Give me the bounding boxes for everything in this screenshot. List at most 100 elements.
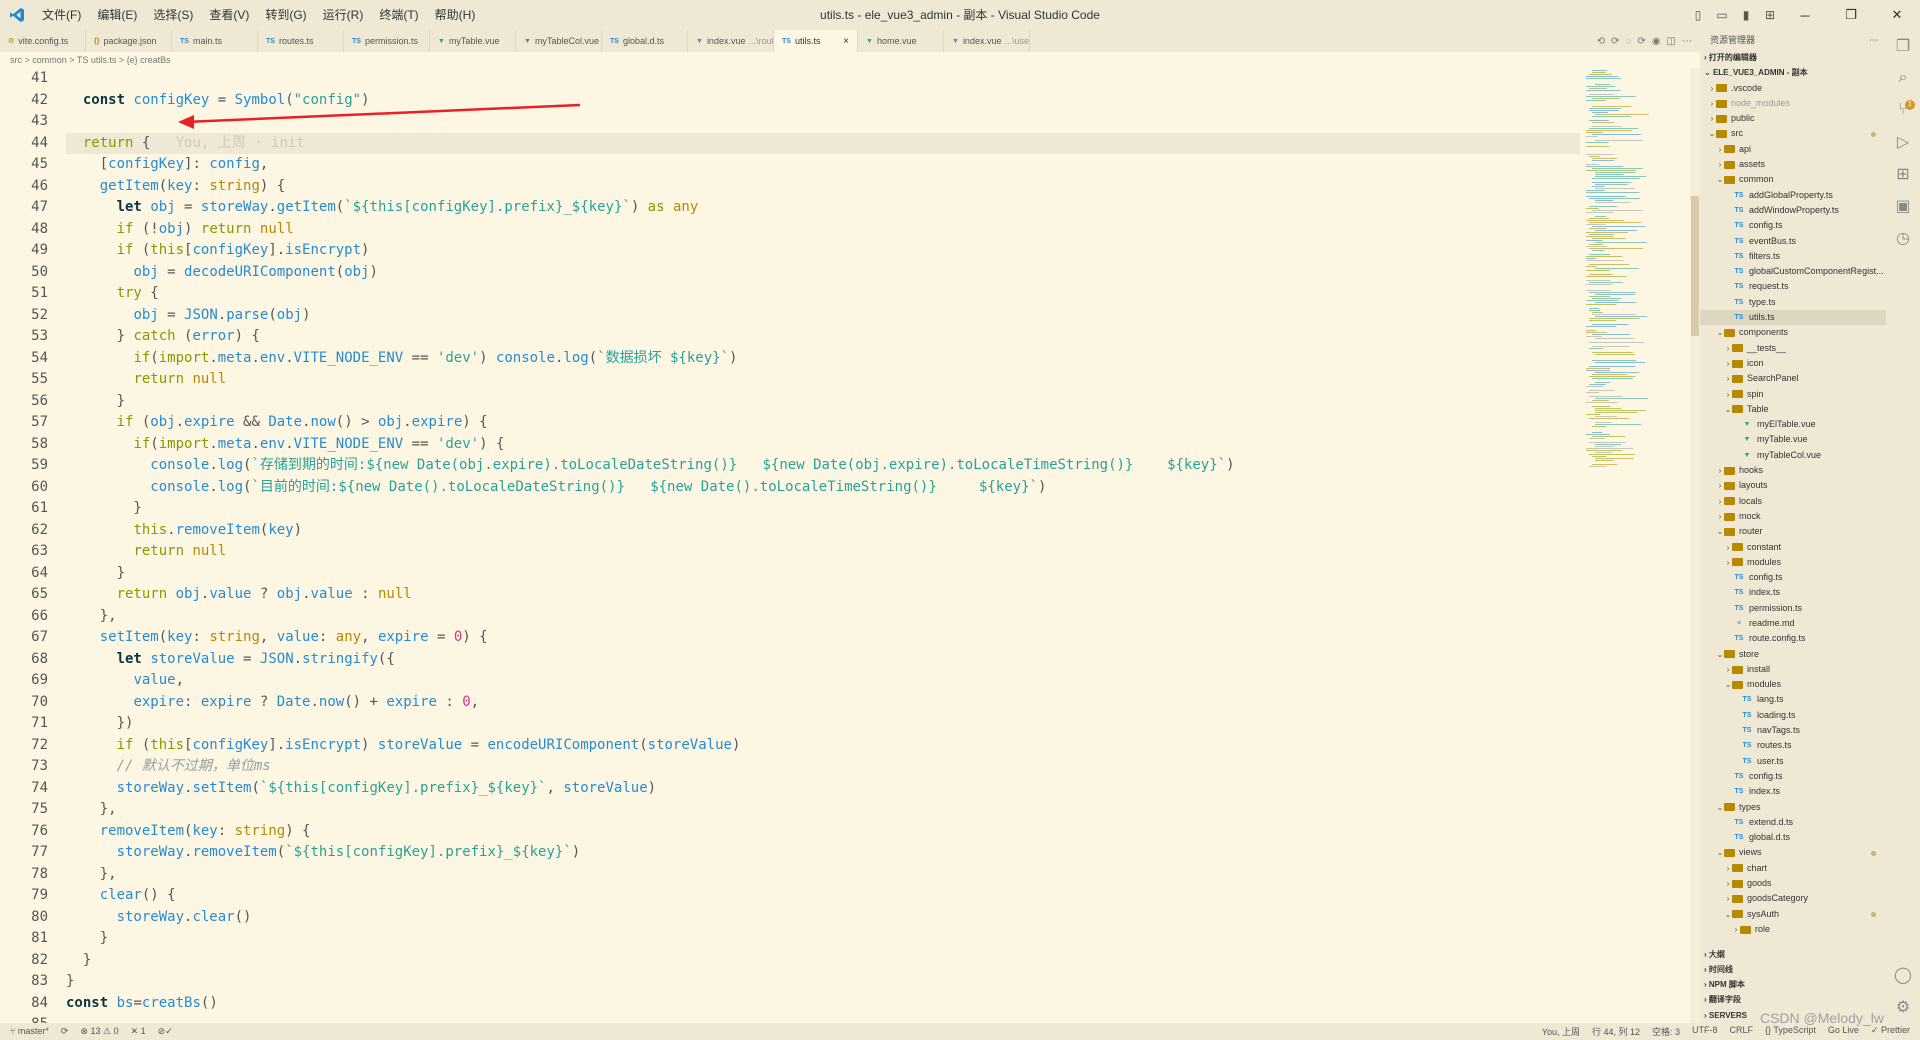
tree-folder[interactable]: › constant — [1700, 540, 1886, 555]
tree-folder[interactable]: › public — [1700, 111, 1886, 126]
sidebar-section[interactable]: › 时间线 — [1700, 962, 1886, 977]
branch-status[interactable]: ⑂ master* — [10, 1026, 49, 1037]
tree-file[interactable]: TS permission.ts — [1700, 601, 1886, 616]
tree-folder[interactable]: › modules — [1700, 555, 1886, 570]
tree-folder[interactable]: › node_modules — [1700, 96, 1886, 111]
tab[interactable]: ⚙ vite.config.ts — [0, 30, 86, 52]
source-control-icon[interactable]: ⑂ — [1886, 94, 1920, 126]
tree-folder[interactable]: › locals — [1700, 494, 1886, 509]
tree-file[interactable]: ▼ myTableCol.vue — [1700, 448, 1886, 463]
tab[interactable]: TS routes.ts — [258, 30, 344, 52]
toggle-primary-sidebar-icon[interactable]: ▯ — [1686, 0, 1710, 30]
split-editor-icon[interactable]: ◫ — [1667, 36, 1676, 47]
code-lines[interactable]: const configKey = Symbol("config") retur… — [66, 68, 1580, 1023]
timeline-icon[interactable]: ◷ — [1886, 222, 1920, 254]
tree-folder[interactable]: ⌄ common — [1700, 172, 1886, 187]
tree-file[interactable]: TS user.ts — [1700, 754, 1886, 769]
tab[interactable]: ▼ index.vue ...\user — [944, 30, 1030, 52]
minimap[interactable] — [1580, 68, 1690, 1023]
tree-folder[interactable]: › install — [1700, 662, 1886, 677]
eol-status[interactable]: CRLF — [1730, 1025, 1754, 1038]
tree-file[interactable]: ▼ myElTable.vue — [1700, 417, 1886, 432]
tree-file[interactable]: TS request.ts — [1700, 279, 1886, 294]
tree-file[interactable]: TS navTags.ts — [1700, 723, 1886, 738]
menu-item[interactable]: 帮助(H) — [427, 0, 484, 30]
project-section[interactable]: ⌄ ELE_VUE3_ADMIN - 副本 — [1700, 65, 1886, 80]
menu-item[interactable]: 编辑(E) — [89, 0, 145, 30]
sidebar-section[interactable]: › NPM 脚本 — [1700, 977, 1886, 992]
tree-file[interactable]: TS lang.ts — [1700, 692, 1886, 707]
tree-folder[interactable]: ⌄ types — [1700, 800, 1886, 815]
run-debug-icon[interactable]: ▷ — [1886, 126, 1920, 158]
prettier-status[interactable]: ✓ Prettier — [1871, 1025, 1910, 1038]
go-live-button[interactable]: Go Live — [1828, 1025, 1859, 1038]
tree-file[interactable]: TS config.ts — [1700, 570, 1886, 585]
tree-folder[interactable]: › goods — [1700, 876, 1886, 891]
tree-folder[interactable]: › role — [1700, 922, 1886, 937]
menu-item[interactable]: 终端(T) — [371, 0, 426, 30]
previous-change-icon[interactable]: ◌ — [1625, 36, 1631, 47]
cursor-position[interactable]: 行 44, 列 12 — [1592, 1025, 1640, 1038]
encoding-status[interactable]: UTF-8 — [1692, 1025, 1718, 1038]
toggle-panel-icon[interactable]: ▭ — [1710, 0, 1734, 30]
menu-item[interactable]: 转到(G) — [257, 0, 314, 30]
breadcrumb[interactable]: src > common > TS utils.ts > {e} creatBs — [0, 52, 1700, 68]
tree-folder[interactable]: ⌄ router — [1700, 524, 1886, 539]
tab-active[interactable]: TS utils.ts × — [774, 30, 858, 52]
tree-folder[interactable]: › hooks — [1700, 463, 1886, 478]
close-window-button[interactable]: ✕ — [1874, 0, 1920, 30]
tree-file[interactable]: TS filters.ts — [1700, 249, 1886, 264]
tree-folder[interactable]: › chart — [1700, 861, 1886, 876]
tab[interactable]: {} package.json — [86, 30, 172, 52]
more-icon[interactable]: ⋯ — [1869, 30, 1878, 50]
explorer-icon[interactable]: ❐ — [1886, 30, 1920, 62]
open-changes-icon[interactable]: ⟲ — [1597, 36, 1605, 47]
tab[interactable]: TS global.d.ts — [602, 30, 688, 52]
tab[interactable]: TS main.ts — [172, 30, 258, 52]
tree-file[interactable]: TS routes.ts — [1700, 738, 1886, 753]
tree-file[interactable]: TS config.ts — [1700, 769, 1886, 784]
search-icon[interactable]: ⌕ — [1886, 62, 1920, 94]
settings-gear-icon[interactable]: ⚙ — [1886, 991, 1920, 1023]
toggle-secondary-sidebar-icon[interactable]: ▮ — [1734, 0, 1758, 30]
tree-file[interactable]: TS extend.d.ts — [1700, 815, 1886, 830]
problems-status[interactable]: ⊗ 13 ⚠ 0 — [80, 1026, 118, 1037]
tree-file[interactable]: ≡ readme.md — [1700, 616, 1886, 631]
editor-scrollbar[interactable] — [1690, 68, 1700, 1023]
tab[interactable]: TS permission.ts — [344, 30, 430, 52]
close-tab-icon[interactable]: × — [843, 36, 849, 47]
tree-file[interactable]: TS eventBus.ts — [1700, 234, 1886, 249]
ports-status[interactable]: ✕ 1 — [131, 1026, 146, 1037]
go-back-icon[interactable]: ⟳ — [1611, 36, 1619, 47]
language-mode[interactable]: {} TypeScript — [1765, 1025, 1816, 1038]
sidebar-section[interactable]: › 大纲 — [1700, 947, 1886, 962]
more-actions-icon[interactable]: ⋯ — [1682, 36, 1692, 47]
tree-file[interactable]: TS index.ts — [1700, 784, 1886, 799]
tree-folder[interactable]: › api — [1700, 142, 1886, 157]
tab[interactable]: ▼ myTableCol.vue — [516, 30, 602, 52]
minimize-button[interactable]: ─ — [1782, 0, 1828, 30]
menu-item[interactable]: 文件(F) — [34, 0, 89, 30]
toggle-blame-icon[interactable]: ◉ — [1652, 36, 1661, 47]
tree-folder[interactable]: › .vscode — [1700, 81, 1886, 96]
blame-status[interactable]: You, 上周 — [1542, 1025, 1580, 1038]
tree-file[interactable]: TS type.ts — [1700, 295, 1886, 310]
tree-file[interactable]: ▼ myTable.vue — [1700, 432, 1886, 447]
sidebar-section[interactable]: › 翻译字段 — [1700, 992, 1886, 1007]
tab[interactable]: ▼index.vue...\route M — [688, 30, 774, 52]
tree-folder[interactable]: › assets — [1700, 157, 1886, 172]
tree-file[interactable]: TS utils.ts — [1700, 310, 1886, 326]
menu-item[interactable]: 查看(V) — [201, 0, 257, 30]
tree-folder[interactable]: › icon — [1700, 356, 1886, 371]
sync-icon[interactable]: ⟳ — [61, 1026, 69, 1037]
tree-file[interactable]: TS global.d.ts — [1700, 830, 1886, 845]
remote-explorer-icon[interactable]: ▣ — [1886, 190, 1920, 222]
tree-folder[interactable]: › SearchPanel — [1700, 371, 1886, 386]
tree-folder[interactable]: › goodsCategory — [1700, 891, 1886, 906]
tree-folder[interactable]: › __tests__ — [1700, 341, 1886, 356]
open-editors-section[interactable]: › 打开的编辑器 — [1700, 50, 1886, 65]
indentation-status[interactable]: 空格: 3 — [1652, 1025, 1680, 1038]
tree-folder[interactable]: ⌄ src — [1700, 126, 1886, 141]
tab[interactable]: ▼ home.vue — [858, 30, 944, 52]
tree-file[interactable]: TS globalCustomComponentRegist... — [1700, 264, 1886, 279]
